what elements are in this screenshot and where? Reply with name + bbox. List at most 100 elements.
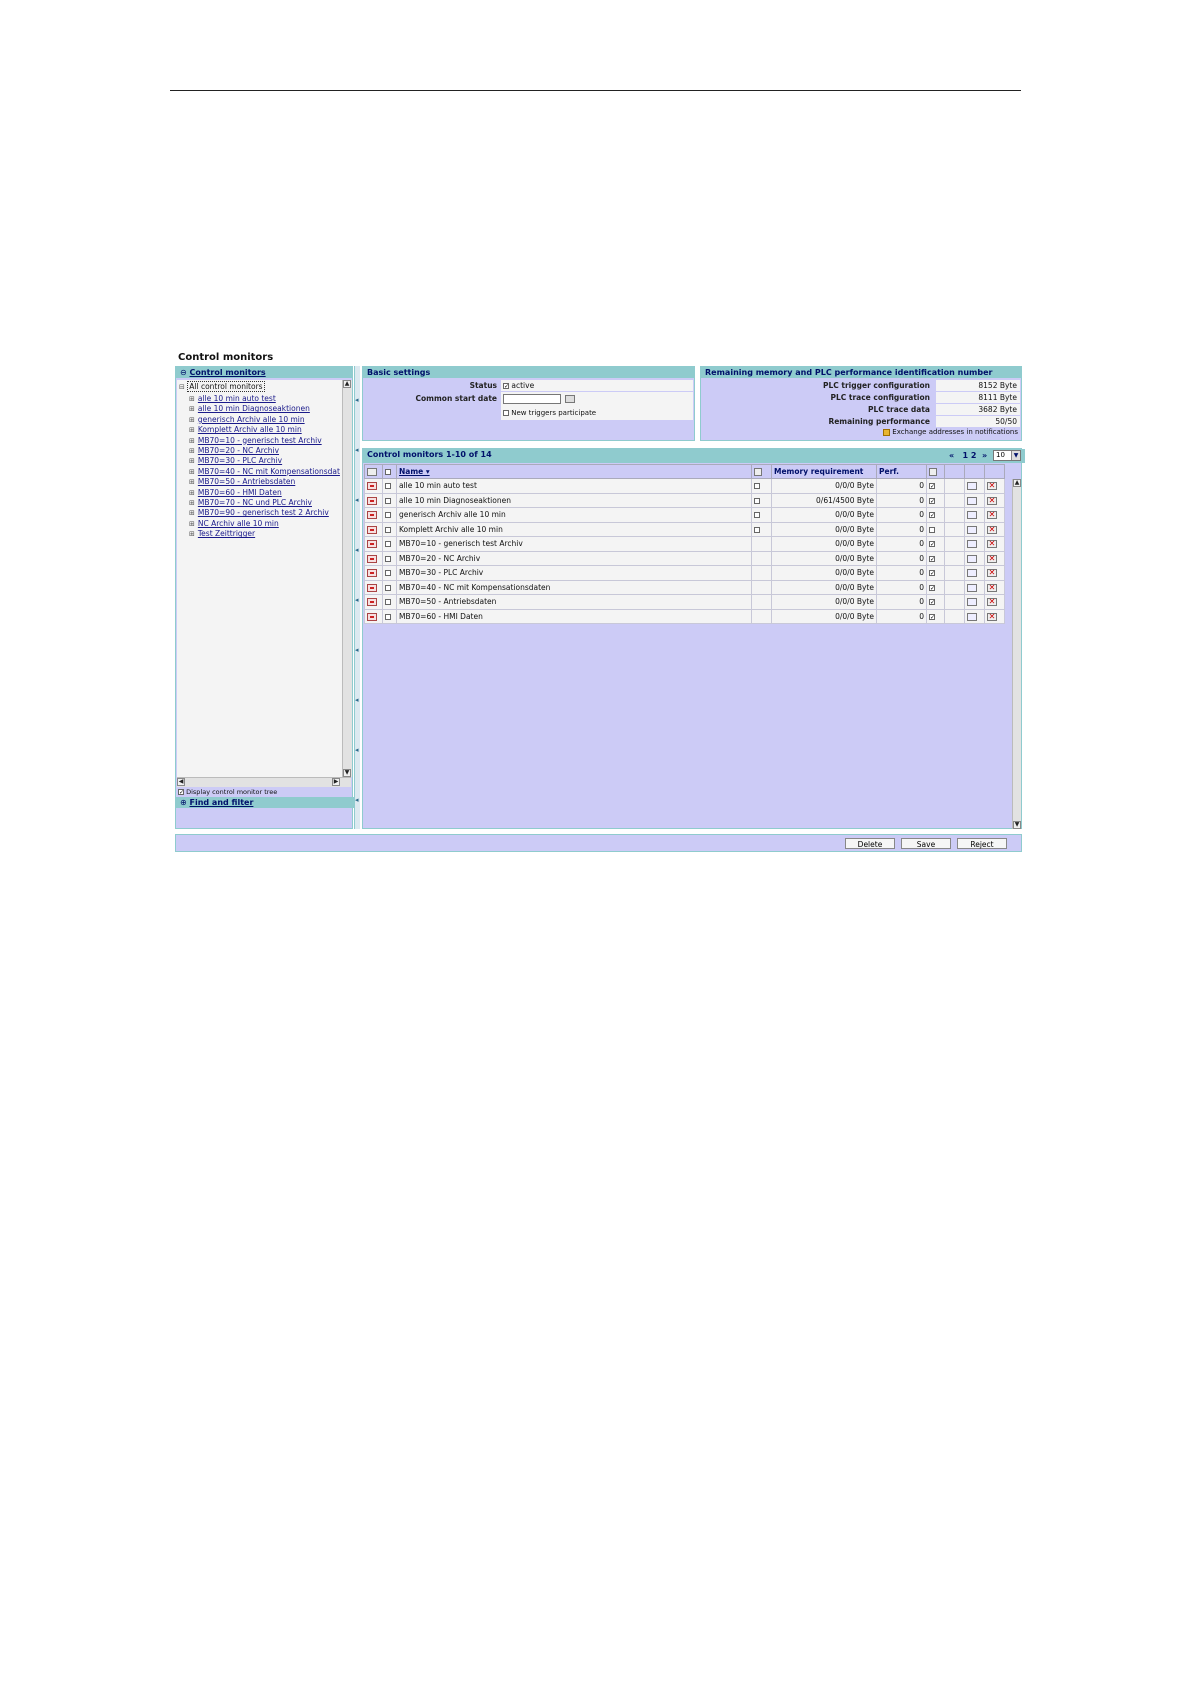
copy-icon[interactable] [967,525,977,534]
scroll-left-icon[interactable]: ◀ [177,778,185,786]
edit-icon[interactable] [367,569,377,578]
tree-item-link[interactable]: Test Zeittrigger [198,529,255,538]
flag-checkbox[interactable] [754,526,760,533]
row-select-checkbox[interactable] [385,541,391,548]
chevron-down-icon[interactable]: ▼ [1011,451,1020,460]
tree-root[interactable]: ⊟ All control monitors [179,381,265,392]
table-row[interactable]: MB70=50 - Antriebsdaten 0/0/0 Byte 0 ✓ ✕ [364,594,1005,610]
expand-icon[interactable]: ⊞ [189,489,195,497]
new-triggers-checkbox[interactable] [503,410,509,416]
active-checkbox[interactable]: ✓ [929,599,935,606]
active-checkbox[interactable]: ✓ [929,584,935,591]
expand-icon[interactable]: ⊞ [189,478,195,486]
delete-icon[interactable]: ✕ [987,598,997,607]
expand-icon[interactable]: ⊞ [189,426,195,434]
tree-item-link[interactable]: Komplett Archiv alle 10 min [198,425,302,434]
collapse-icon[interactable]: ⊖ [180,368,187,377]
active-checkbox[interactable]: ✓ [929,483,935,490]
copy-icon[interactable] [967,583,977,592]
tree-item[interactable]: ⊞ MB70=10 - generisch test Archiv [189,436,322,445]
table-row[interactable]: Komplett Archiv alle 10 min 0/0/0 Byte 0 ✕ [364,521,1005,537]
tree-root-label[interactable]: All control monitors [187,381,265,392]
table-row[interactable]: MB70=40 - NC mit Kompensationsdaten 0/0/0… [364,579,1005,595]
scroll-right-icon[interactable]: ▶ [332,778,340,786]
tree-item-link[interactable]: MB70=20 - NC Archiv [198,446,279,455]
copy-icon[interactable] [967,554,977,563]
tree-item[interactable]: ⊞ MB70=50 - Antriebsdaten [189,477,295,486]
tree-horizontal-scrollbar[interactable]: ◀ ▶ [177,777,351,787]
page-size-select[interactable]: 10 ▼ [993,450,1021,461]
calendar-icon[interactable] [565,395,575,403]
table-row[interactable]: alle 10 min Diagnoseaktionen 0/61/4500 By… [364,492,1005,508]
tree-item[interactable]: ⊞ MB70=60 - HMI Daten [189,488,282,497]
page-link-2[interactable]: 2 [971,451,977,460]
tree-item[interactable]: ⊞ alle 10 min Diagnoseaktionen [189,404,310,413]
table-row[interactable]: alle 10 min auto test 0/0/0 Byte 0 ✓ ✕ [364,478,1005,494]
row-select-checkbox[interactable] [385,526,391,533]
panel-splitter[interactable]: ◂ ◂ ◂ ◂ ◂ ◂ ◂ ◂ ◂ [354,366,360,829]
edit-icon[interactable] [367,612,377,621]
table-row[interactable]: generisch Archiv alle 10 min 0/0/0 Byte 0 ✓… [364,507,1005,523]
tree-item[interactable]: ⊞ NC Archiv alle 10 min [189,519,279,528]
active-checkbox[interactable] [929,526,935,533]
delete-icon[interactable]: ✕ [987,612,997,621]
table-row[interactable]: MB70=10 - generisch test Archiv 0/0/0 Byt… [364,536,1005,552]
find-filter-header[interactable]: ⊕ Find and filter [176,797,354,808]
tree-item-link[interactable]: MB70=10 - generisch test Archiv [198,436,322,445]
delete-icon[interactable]: ✕ [987,583,997,592]
expand-icon[interactable]: ⊞ [189,395,195,403]
name-column-label[interactable]: Name ▾ [399,467,430,476]
copy-icon[interactable] [967,598,977,607]
edit-icon[interactable] [367,598,377,607]
copy-icon[interactable] [967,511,977,520]
tree-item-link[interactable]: MB70=60 - HMI Daten [198,488,282,497]
expand-icon[interactable]: ⊞ [189,509,195,517]
tree-panel-header[interactable]: ⊖ Control monitors [176,367,352,378]
table-row[interactable]: MB70=60 - HMI Daten 0/0/0 Byte 0 ✓ ✕ [364,608,1005,624]
edit-icon[interactable] [367,482,377,491]
active-checkbox[interactable]: ✓ [929,512,935,519]
row-select-checkbox[interactable] [385,497,391,504]
edit-icon[interactable] [367,511,377,520]
row-select-checkbox[interactable] [385,555,391,562]
name-column-header[interactable]: Name ▾ [396,464,752,479]
active-checkbox[interactable]: ✓ [929,555,935,562]
first-page-icon[interactable]: « [949,451,954,460]
tree-item[interactable]: ⊞ MB70=70 - NC und PLC Archiv [189,498,312,507]
tree-item-link[interactable]: MB70=30 - PLC Archiv [198,456,282,465]
row-select-checkbox[interactable] [385,483,391,490]
tree-item-link[interactable]: MB70=70 - NC und PLC Archiv [198,498,312,507]
flag-checkbox[interactable] [754,483,760,490]
tree-item[interactable]: ⊞ MB70=30 - PLC Archiv [189,456,282,465]
table-row[interactable]: MB70=20 - NC Archiv 0/0/0 Byte 0 ✓ ✕ [364,550,1005,566]
start-date-input[interactable] [503,394,561,404]
edit-icon[interactable] [367,540,377,549]
active-checkbox[interactable]: ✓ [929,613,935,620]
expand-icon[interactable]: ⊞ [189,457,195,465]
expand-icon[interactable]: ⊞ [189,468,195,476]
tree-item-link[interactable]: MB70=50 - Antriebsdaten [198,477,295,486]
tree-item[interactable]: ⊞ Test Zeittrigger [189,529,255,538]
find-filter-label[interactable]: Find and filter [190,798,254,807]
row-select-checkbox[interactable] [385,599,391,606]
row-select-checkbox[interactable] [385,512,391,519]
edit-icon[interactable] [367,583,377,592]
scroll-up-icon[interactable]: ▲ [343,380,351,388]
row-select-checkbox[interactable] [385,613,391,620]
expand-icon[interactable]: ⊞ [189,437,195,445]
tree-item-link[interactable]: alle 10 min Diagnoseaktionen [198,404,310,413]
delete-button[interactable]: Delete [845,838,895,849]
tree-item[interactable]: ⊞ MB70=90 - generisch test 2 Archiv [189,508,329,517]
tree-item[interactable]: ⊞ generisch Archiv alle 10 min [189,415,305,424]
row-select-checkbox[interactable] [385,584,391,591]
last-page-icon[interactable]: » [982,451,987,460]
copy-icon[interactable] [967,540,977,549]
tree-item-link[interactable]: generisch Archiv alle 10 min [198,415,305,424]
delete-icon[interactable]: ✕ [987,496,997,505]
exchange-icon[interactable] [883,428,891,436]
edit-icon[interactable] [367,554,377,563]
expand-icon[interactable]: ⊞ [189,499,195,507]
tree-item[interactable]: ⊞ Komplett Archiv alle 10 min [189,425,302,434]
flag-checkbox[interactable] [754,512,760,519]
delete-icon[interactable]: ✕ [987,554,997,563]
